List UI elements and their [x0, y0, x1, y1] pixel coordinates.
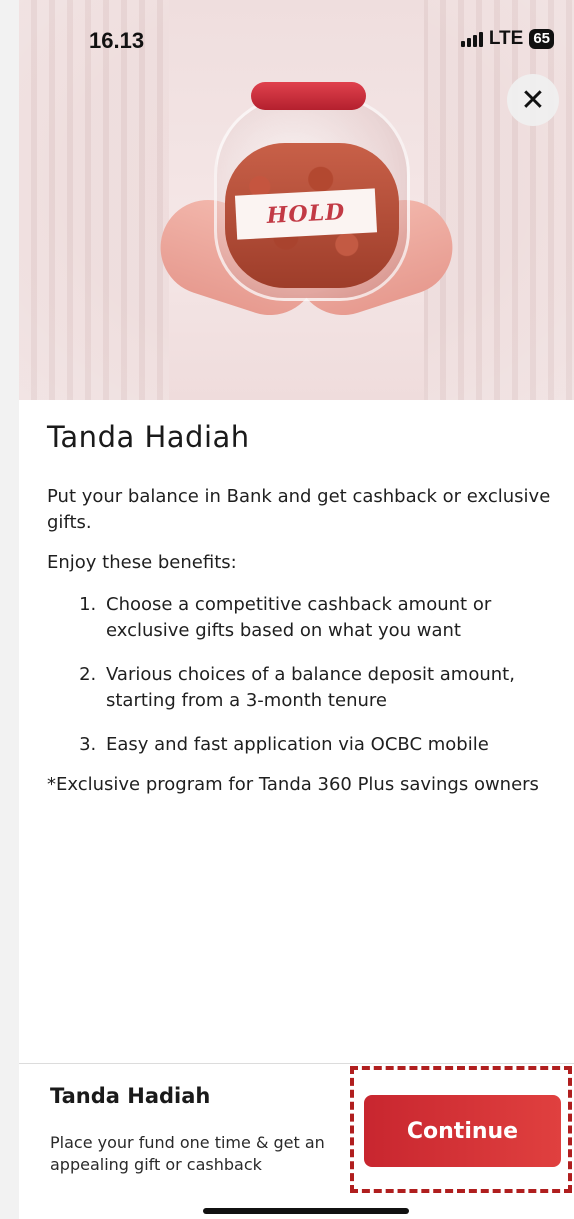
benefit-item: Choose a competitive cashback amount or … [102, 592, 552, 644]
jar-lid [251, 82, 366, 110]
bottom-description: Place your fund one time & get an appeal… [50, 1133, 325, 1174]
battery-icon: 65 [529, 29, 554, 49]
page-title: Tanda Hadiah [47, 420, 250, 454]
bottom-title: Tanda Hadiah [50, 1084, 211, 1108]
close-icon: ✕ [520, 82, 546, 118]
exclusive-note: *Exclusive program for Tanda 360 Plus sa… [47, 774, 539, 795]
network-type: LTE [488, 28, 524, 49]
benefit-item: Easy and fast application via OCBC mobil… [102, 732, 552, 758]
benefits-heading: Enjoy these benefits: [47, 552, 237, 573]
phone-screen: HOLD 16.13 LTE 65 ✕ Tanda Hadiah Put you… [19, 0, 574, 1219]
benefit-item: Various choices of a balance deposit amo… [102, 662, 552, 714]
close-button[interactable]: ✕ [507, 74, 559, 126]
benefits-list: Choose a competitive cashback amount or … [47, 592, 552, 758]
intro-text: Put your balance in Bank and get cashbac… [47, 486, 551, 533]
status-time: 16.13 [89, 28, 145, 53]
home-indicator[interactable] [203, 1208, 409, 1214]
content-area: Tanda Hadiah Put your balance in Bank an… [47, 400, 552, 798]
signal-icon [460, 31, 483, 47]
bottom-sheet: Tanda Hadiah Place your fund one time & … [19, 1063, 574, 1219]
hold-label: HOLD [234, 188, 378, 240]
continue-button[interactable]: Continue [364, 1095, 561, 1167]
hero-image: HOLD [19, 0, 574, 400]
status-indicators: LTE 65 [460, 28, 554, 50]
